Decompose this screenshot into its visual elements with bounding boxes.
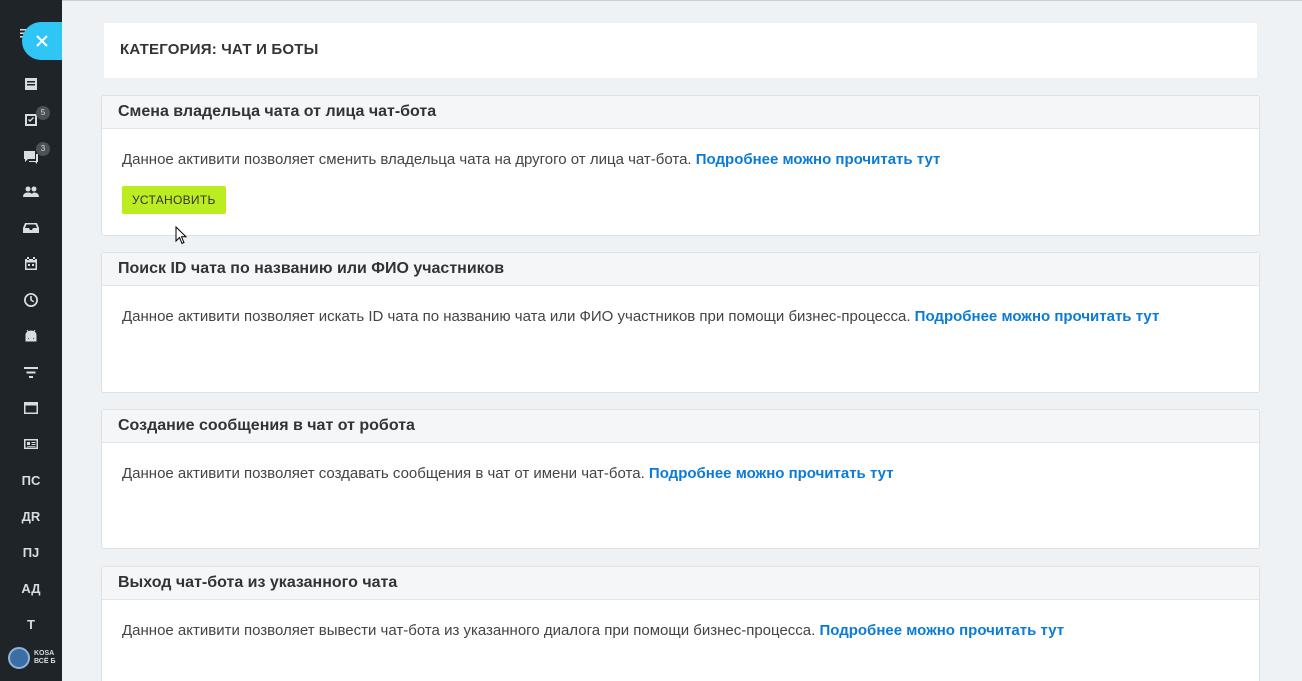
- filter-icon: [24, 367, 38, 378]
- sidebar-item-tasks[interactable]: [0, 105, 62, 135]
- sidebar-item-crm[interactable]: [0, 213, 62, 243]
- card-title: Выход чат-бота из указанного чата: [102, 567, 1259, 600]
- brand-logo-icon: [8, 647, 30, 669]
- sidebar-item-robots[interactable]: [0, 321, 62, 351]
- users-icon: [23, 186, 39, 197]
- card-description: Данное активити позволяет искать ID чата…: [122, 308, 911, 325]
- tasks-badge: 5: [36, 106, 50, 120]
- sidebar-item-calendar[interactable]: [0, 249, 62, 279]
- sidebar-item-contacts[interactable]: [0, 429, 62, 459]
- card-title: Поиск ID чата по названию или ФИО участн…: [102, 253, 1259, 286]
- chat-badge: 3: [36, 142, 50, 156]
- sidebar-item-ad[interactable]: АД: [0, 581, 62, 596]
- contact-card-icon: [24, 439, 38, 449]
- card-body: Данное активити позволяет искать ID чата…: [102, 286, 1259, 325]
- close-slider-button[interactable]: [22, 22, 62, 60]
- activity-card: Поиск ID чата по названию или ФИО участн…: [101, 252, 1260, 393]
- activity-card: Смена владельца чата от лица чат-бота Да…: [101, 95, 1260, 236]
- read-more-link[interactable]: Подробнее можно прочитать тут: [819, 622, 1064, 639]
- sidebar-item-filter[interactable]: [0, 357, 62, 387]
- activity-card: Создание сообщения в чат от робота Данно…: [101, 409, 1260, 549]
- sidebar-item-dr[interactable]: ДR: [0, 509, 62, 524]
- sidebar-item-ps[interactable]: ПС: [0, 473, 62, 488]
- main-content: КАТЕГОРИЯ: ЧАТ И БОТЫ Смена владельца ча…: [62, 0, 1302, 681]
- mouse-cursor-icon: [175, 226, 188, 245]
- brand-line-1: KOSA: [34, 650, 55, 657]
- category-title: КАТЕГОРИЯ: ЧАТ И БОТЫ: [104, 23, 1257, 78]
- sidebar-item-t[interactable]: Т: [0, 617, 62, 632]
- read-more-link[interactable]: Подробнее можно прочитать тут: [696, 151, 941, 168]
- activity-card: Выход чат-бота из указанного чата Данное…: [101, 566, 1260, 681]
- card-body: Данное активити позволяет сменить владел…: [102, 129, 1259, 214]
- left-sidebar: 5 3 ПС ДR ПJ АД Т KOSA ВСЁ Б: [0, 0, 62, 681]
- android-icon: [25, 329, 37, 342]
- brand[interactable]: KOSA ВСЁ Б: [8, 645, 62, 671]
- brand-line-2: ВСЁ Б: [34, 658, 56, 665]
- card-title: Создание сообщения в чат от робота: [102, 410, 1259, 443]
- card-description: Данное активити позволяет создавать сооб…: [122, 465, 645, 482]
- sidebar-item-pj[interactable]: ПJ: [0, 545, 62, 560]
- close-icon: [36, 35, 48, 47]
- install-button[interactable]: УСТАНОВИТЬ: [122, 186, 226, 214]
- card-description: Данное активити позволяет сменить владел…: [122, 151, 692, 168]
- sidebar-item-time[interactable]: [0, 285, 62, 315]
- card-body: Данное активити позволяет создавать сооб…: [102, 443, 1259, 482]
- inbox-icon: [23, 223, 39, 233]
- card-description: Данное активити позволяет вывести чат-бо…: [122, 622, 816, 639]
- window-icon: [24, 402, 38, 414]
- sidebar-item-groups[interactable]: [0, 177, 62, 207]
- sidebar-item-chat[interactable]: [0, 142, 62, 172]
- card-title: Смена владельца чата от лица чат-бота: [102, 96, 1259, 129]
- calendar-icon: [25, 257, 37, 270]
- sidebar-item-feed[interactable]: [0, 69, 62, 99]
- read-more-link[interactable]: Подробнее можно прочитать тут: [915, 308, 1160, 325]
- sidebar-item-sites[interactable]: [0, 393, 62, 423]
- clock-icon: [24, 293, 39, 307]
- newspaper-icon: [25, 78, 37, 90]
- read-more-link[interactable]: Подробнее можно прочитать тут: [649, 465, 894, 482]
- card-body: Данное активити позволяет вывести чат-бо…: [102, 600, 1259, 639]
